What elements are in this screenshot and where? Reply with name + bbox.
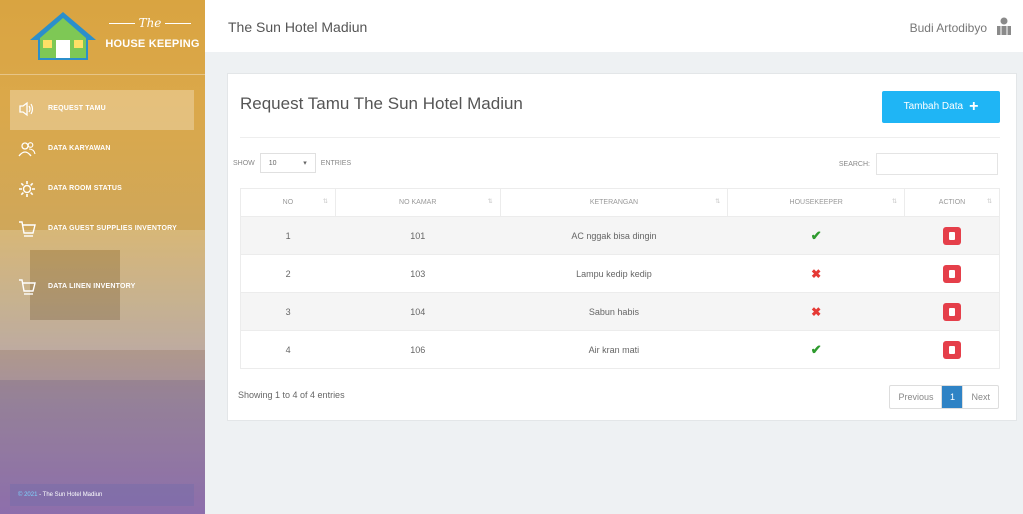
cell-no: 3: [240, 292, 336, 331]
sort-icon: ⇅: [487, 199, 493, 205]
cell-keterangan: Sabun habis: [500, 292, 728, 331]
table-header-row: NO ⇅ NO KAMAR ⇅ KETERANGAN ⇅ HOUSEKEEPER ⇅ A…: [240, 188, 1000, 217]
sort-icon: ⇅: [322, 199, 328, 205]
column-header-no-kamar[interactable]: NO KAMAR ⇅: [334, 188, 501, 217]
house-logo-icon: [30, 12, 96, 60]
column-header-label: KETERANGAN: [589, 199, 639, 206]
column-header-label: HOUSEKEEPER: [789, 199, 843, 206]
cell-keterangan: AC nggak bisa dingin: [500, 216, 728, 255]
add-data-button[interactable]: Tambah Data +: [882, 91, 1000, 123]
delete-button[interactable]: [942, 302, 961, 321]
add-data-label: Tambah Data: [903, 101, 964, 112]
check-icon: ✔: [810, 341, 822, 357]
gear-icon: [19, 181, 35, 197]
users-icon: [18, 142, 36, 157]
entries-label: ENTRIES: [320, 159, 352, 167]
cell-no-kamar: 103: [335, 254, 501, 293]
pagination: Previous 1 Next: [889, 385, 999, 409]
sidebar-item-label: DATA ROOM STATUS: [48, 185, 122, 192]
table-info: Showing 1 to 4 of 4 entries: [238, 390, 345, 400]
sidebar: The HOUSE KEEPING REQUEST TAMU DATA KARY…: [0, 0, 205, 514]
show-label: SHOW: [233, 159, 255, 167]
cell-action: [904, 292, 1000, 331]
sidebar-item-data-room-status[interactable]: DATA ROOM STATUS: [10, 170, 194, 210]
cart-icon: [19, 221, 36, 237]
sidebar-item-label: DATA GUEST SUPPLIES INVENTORY: [48, 225, 177, 232]
sort-icon: ⇅: [986, 199, 992, 205]
sort-icon: ⇅: [715, 199, 720, 205]
entries-value: 10: [268, 159, 277, 167]
top-bar: The Sun Hotel Madiun Budi Artodibyo: [205, 0, 1023, 52]
brand-script: The: [100, 16, 200, 30]
brand-logo[interactable]: The HOUSE KEEPING: [0, 0, 205, 68]
speaker-icon: [19, 101, 34, 117]
sidebar-item-label: REQUEST TAMU: [48, 105, 106, 112]
sidebar-item-guest-supplies[interactable]: DATA GUEST SUPPLIES INVENTORY: [10, 210, 194, 268]
plus-icon: +: [969, 98, 979, 115]
entries-length-control: SHOW 10 ▾ ENTRIES: [233, 153, 351, 173]
column-header-housekeeper[interactable]: HOUSEKEEPER ⇅: [727, 188, 906, 217]
cross-icon: ✖: [811, 304, 822, 319]
cell-keterangan: Lampu kedip kedip: [500, 254, 728, 293]
cell-housekeeper: ✔: [727, 216, 905, 255]
pagination-next[interactable]: Next: [962, 386, 998, 408]
cell-no-kamar: 101: [335, 216, 501, 255]
search-label: SEARCH:: [838, 160, 870, 168]
cell-housekeeper: ✔: [727, 330, 905, 369]
user-name[interactable]: Budi Artodibyo: [910, 21, 987, 35]
cell-action: [904, 330, 1000, 369]
request-table: NO ⇅ NO KAMAR ⇅ KETERANGAN ⇅ HOUSEKEEPER ⇅ A…: [240, 188, 1000, 369]
sort-icon: ⇅: [892, 199, 897, 205]
sidebar-nav: REQUEST TAMU DATA KARYAWAN DATA ROOM STA…: [10, 90, 194, 308]
column-header-keterangan[interactable]: KETERANGAN ⇅: [499, 188, 729, 217]
cell-action: [904, 254, 1000, 293]
sidebar-item-linen-inventory[interactable]: DATA LINEN INVENTORY: [10, 268, 194, 308]
panel-title: Request Tamu The Sun Hotel Madiun: [240, 94, 523, 113]
cell-no: 4: [240, 330, 336, 369]
cell-no: 1: [240, 216, 336, 255]
cell-action: [904, 216, 1000, 255]
sidebar-item-label: DATA LINEN INVENTORY: [48, 283, 136, 290]
search-control: SEARCH:: [839, 153, 998, 175]
brand-name: HOUSE KEEPING: [105, 38, 200, 50]
request-panel: Request Tamu The Sun Hotel Madiun Tambah…: [227, 73, 1017, 421]
cell-no-kamar: 106: [335, 330, 501, 369]
cell-housekeeper: ✖: [727, 292, 905, 331]
entries-select[interactable]: 10 ▾: [259, 153, 316, 173]
delete-button[interactable]: [942, 264, 961, 283]
page-title: The Sun Hotel Madiun: [228, 19, 368, 35]
cell-no: 2: [240, 254, 336, 293]
column-header-label: NO KAMAR: [399, 199, 437, 206]
sidebar-footer: © 2021 - The Sun Hotel Madiun: [10, 484, 194, 506]
sidebar-item-request-tamu[interactable]: REQUEST TAMU: [10, 90, 194, 130]
check-icon: ✔: [810, 227, 822, 243]
cart-icon: [19, 279, 36, 295]
cell-keterangan: Air kran mati: [500, 330, 728, 369]
footer-copyright[interactable]: © 2021: [18, 492, 37, 498]
column-header-no[interactable]: NO ⇅: [240, 188, 336, 217]
column-header-action[interactable]: ACTION ⇅: [904, 188, 1000, 217]
pagination-page-1[interactable]: 1: [942, 386, 963, 408]
pagination-previous[interactable]: Previous: [890, 386, 943, 408]
footer-text: - The Sun Hotel Madiun: [39, 492, 103, 498]
user-icon[interactable]: [995, 16, 1013, 36]
cell-no-kamar: 104: [335, 292, 501, 331]
cross-icon: ✖: [811, 266, 822, 281]
table-row: 4 106 Air kran mati ✔: [240, 330, 1000, 369]
delete-button[interactable]: [942, 226, 961, 245]
table-row: 1 101 AC nggak bisa dingin ✔: [240, 216, 1000, 255]
column-header-label: NO: [282, 199, 294, 206]
column-header-label: ACTION: [938, 199, 966, 206]
panel-divider: [240, 137, 1000, 138]
sidebar-item-label: DATA KARYAWAN: [48, 145, 111, 152]
search-input[interactable]: [876, 153, 998, 175]
chevron-down-icon: ▾: [303, 160, 307, 167]
sidebar-divider: [0, 74, 205, 75]
sidebar-item-data-karyawan[interactable]: DATA KARYAWAN: [10, 130, 194, 170]
table-row: 2 103 Lampu kedip kedip ✖: [240, 254, 1000, 293]
delete-button[interactable]: [942, 340, 961, 359]
table-row: 3 104 Sabun habis ✖: [240, 292, 1000, 331]
cell-housekeeper: ✖: [727, 254, 905, 293]
